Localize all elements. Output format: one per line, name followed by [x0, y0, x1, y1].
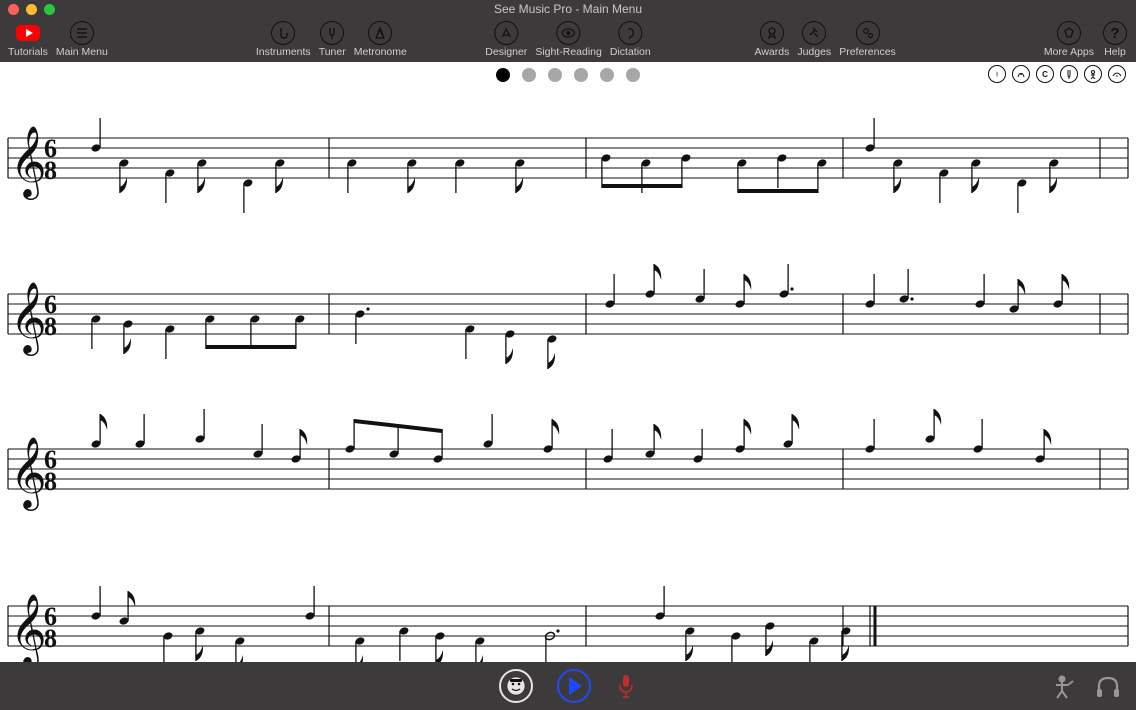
medal-icon: [760, 21, 784, 45]
metronome-button[interactable]: Metronome: [354, 20, 407, 58]
judges-label: Judges: [797, 46, 831, 58]
gears-icon: [856, 21, 880, 45]
page-dot-6[interactable]: [626, 68, 640, 82]
minimize-window-button[interactable]: [26, 4, 37, 15]
option-fermata-icon[interactable]: [1108, 65, 1126, 83]
svg-text:8: 8: [44, 312, 57, 341]
fork-icon: [320, 21, 344, 45]
staff-system-4: 𝄞68: [0, 578, 1136, 662]
eye-icon: [557, 21, 581, 45]
svg-text:𝄞: 𝄞: [10, 282, 47, 356]
page-dot-3[interactable]: [548, 68, 562, 82]
page-dots-row: ♮ C: [0, 64, 1136, 86]
headphones-icon[interactable]: [1094, 673, 1122, 699]
window-title: See Music Pro - Main Menu: [0, 2, 1136, 16]
designer-button[interactable]: Designer: [485, 20, 527, 58]
traffic-lights: [8, 4, 55, 15]
score-option-icons: ♮ C: [988, 65, 1126, 83]
help-label: Help: [1104, 46, 1126, 58]
design-icon: [494, 21, 518, 45]
preferences-button[interactable]: Preferences: [839, 20, 896, 58]
zoom-window-button[interactable]: [44, 4, 55, 15]
youtube-icon: [15, 23, 41, 43]
judge-face-icon: [505, 675, 527, 697]
dictation-button[interactable]: Dictation: [610, 20, 651, 58]
microphone-icon: [617, 673, 635, 699]
score-area: 𝄞68 𝄞68 𝄞68 𝄞68: [0, 86, 1136, 662]
title-bar: See Music Pro - Main Menu: [0, 0, 1136, 18]
tuner-button[interactable]: Tuner: [319, 20, 346, 58]
option-c-icon[interactable]: C: [1036, 65, 1054, 83]
option-tuning-icon[interactable]: [1060, 65, 1078, 83]
staff-system-3: 𝄞68: [0, 421, 1136, 541]
apps-icon: [1057, 21, 1081, 45]
staff-system-2: 𝄞68: [0, 266, 1136, 386]
sight-reading-button[interactable]: Sight-Reading: [535, 20, 602, 58]
tuner-label: Tuner: [319, 46, 346, 58]
svg-text:8: 8: [44, 624, 57, 653]
designer-label: Designer: [485, 46, 527, 58]
play-button[interactable]: [557, 669, 591, 703]
sax-icon: [271, 21, 295, 45]
ear-icon: [618, 21, 642, 45]
record-button[interactable]: [615, 672, 637, 700]
svg-text:8: 8: [44, 156, 57, 185]
question-icon: ?: [1103, 21, 1127, 45]
main-menu-label: Main Menu: [56, 46, 108, 58]
toolbar: Tutorials Main Menu Instruments Tuner Me…: [0, 18, 1136, 62]
page-dot-4[interactable]: [574, 68, 588, 82]
instruments-label: Instruments: [256, 46, 311, 58]
metronome-icon: [368, 21, 392, 45]
option-arpeggio-icon[interactable]: [1012, 65, 1030, 83]
instruments-button[interactable]: Instruments: [256, 20, 311, 58]
awards-label: Awards: [755, 46, 790, 58]
gavel-icon: [802, 21, 826, 45]
conductor-icon[interactable]: [1048, 673, 1076, 699]
awards-button[interactable]: Awards: [755, 20, 790, 58]
staff-system-1: 𝄞68: [0, 110, 1136, 230]
play-icon: [569, 677, 582, 695]
close-window-button[interactable]: [8, 4, 19, 15]
tutorials-button[interactable]: Tutorials: [8, 20, 48, 58]
page-dot-1[interactable]: [496, 68, 510, 82]
svg-text:8: 8: [44, 467, 57, 496]
option-person-icon[interactable]: [1084, 65, 1102, 83]
judges-button[interactable]: Judges: [797, 20, 831, 58]
menu-icon: [70, 21, 94, 45]
svg-text:𝄞: 𝄞: [10, 437, 47, 511]
sight-reading-label: Sight-Reading: [535, 46, 602, 58]
metronome-label: Metronome: [354, 46, 407, 58]
more-apps-button[interactable]: More Apps: [1044, 20, 1094, 58]
judge-button[interactable]: [499, 669, 533, 703]
preferences-label: Preferences: [839, 46, 896, 58]
tutorials-label: Tutorials: [8, 46, 48, 58]
help-button[interactable]: ? Help: [1102, 20, 1128, 58]
page-dot-2[interactable]: [522, 68, 536, 82]
option-natural-icon[interactable]: ♮: [988, 65, 1006, 83]
more-apps-label: More Apps: [1044, 46, 1094, 58]
dictation-label: Dictation: [610, 46, 651, 58]
svg-text:𝄞: 𝄞: [10, 594, 47, 662]
bottom-bar: [0, 662, 1136, 710]
page-dot-5[interactable]: [600, 68, 614, 82]
svg-text:𝄞: 𝄞: [10, 126, 47, 200]
main-menu-button[interactable]: Main Menu: [56, 20, 108, 58]
page-dots: [496, 68, 640, 82]
